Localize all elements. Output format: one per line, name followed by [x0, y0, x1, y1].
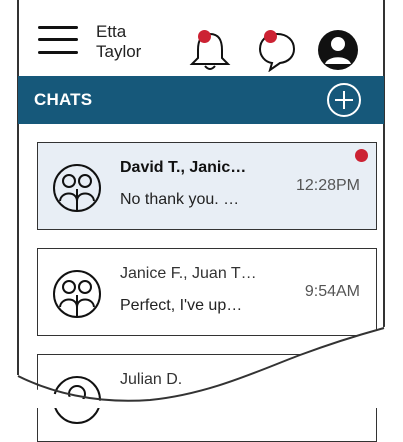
chat-time: 12:28PM	[295, 177, 360, 194]
top-bar: Etta Taylor	[18, 12, 384, 76]
user-name: Etta Taylor	[96, 22, 166, 62]
account-circle-icon	[318, 30, 358, 70]
unread-badge	[355, 149, 368, 162]
chats-title: CHATS	[34, 90, 93, 109]
user-first-name: Etta	[96, 22, 127, 41]
chat-list-item[interactable]: David T., Janic… No thank you. … 12:28PM	[37, 142, 377, 230]
chat-list-item[interactable]: Janice F., Juan T… Perfect, I've up… 9:5…	[37, 248, 377, 336]
account-button[interactable]	[316, 26, 360, 72]
messages-badge	[264, 30, 277, 43]
chat-time: 9:54AM	[304, 283, 360, 300]
chat-bubble-icon	[258, 32, 296, 73]
chat-preview: Perfect, I've up…	[120, 297, 243, 314]
hamburger-menu-icon[interactable]	[38, 24, 78, 56]
chats-header: CHATS	[18, 76, 384, 124]
chat-participants: Janice F., Juan T…	[120, 265, 257, 282]
plus-circle-icon	[327, 83, 361, 117]
messages-button[interactable]	[256, 26, 298, 73]
user-last-name: Taylor	[96, 42, 142, 61]
chat-participants: David T., Janic…	[120, 159, 247, 176]
person-avatar-icon	[53, 376, 101, 424]
group-avatar-icon	[53, 164, 101, 212]
chat-participants: Julian D.	[120, 371, 183, 388]
chat-preview: No thank you. …	[120, 191, 240, 208]
group-avatar-icon	[53, 270, 101, 318]
notifications-button[interactable]	[188, 26, 232, 72]
notifications-badge	[198, 30, 211, 43]
new-chat-button[interactable]	[326, 82, 362, 118]
chat-list-item[interactable]: Julian D.	[37, 354, 377, 442]
